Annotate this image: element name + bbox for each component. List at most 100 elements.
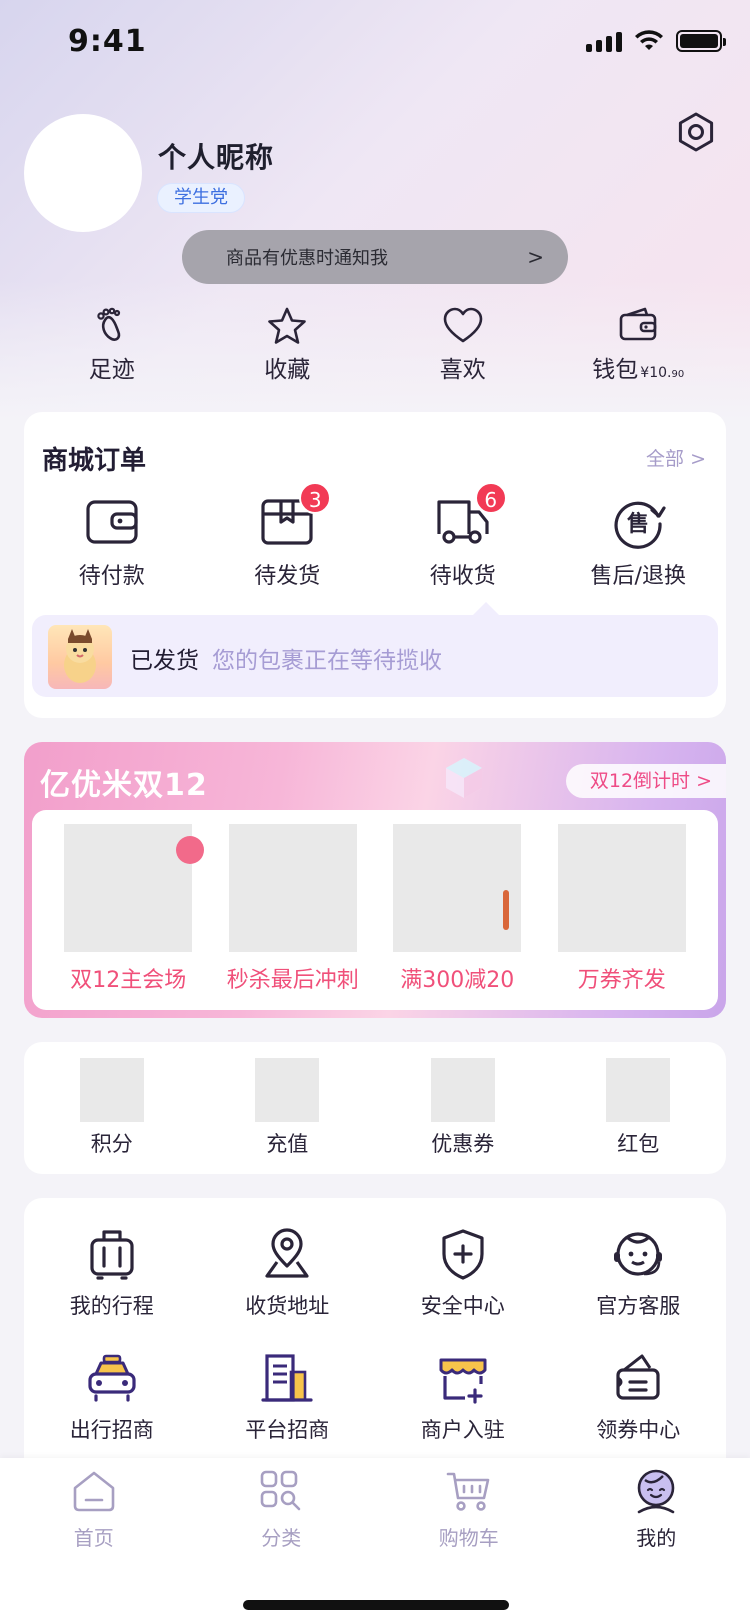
settings-button[interactable] <box>674 110 718 154</box>
quick-footprint[interactable]: 足迹 <box>24 304 200 394</box>
battery-icon <box>676 30 726 52</box>
heart-icon <box>443 307 483 343</box>
service-customer-service[interactable]: 官方客服 <box>551 1226 727 1320</box>
promo-item[interactable]: 万券齐发 <box>540 810 705 1010</box>
product-thumbnail <box>48 625 112 689</box>
profile-icon <box>637 1469 675 1514</box>
shipped-pointer <box>472 602 500 616</box>
shipped-description: 您的包裹正在等待揽收 <box>212 648 442 674</box>
points-icon <box>79 1058 144 1122</box>
promo-item[interactable]: 满300减20 <box>375 810 540 1010</box>
promo-item[interactable]: 秒杀最后冲刺 <box>211 810 376 1010</box>
wallet-amount: ¥10.90 <box>640 365 684 381</box>
promo-title: 亿优米双12 <box>40 768 208 803</box>
promo-image <box>557 824 686 952</box>
order-badge-pending-shipment: 3 <box>299 482 332 514</box>
location-icon <box>265 1228 309 1278</box>
asset-label: 充值 <box>266 1132 309 1156</box>
service-label: 我的行程 <box>69 1294 154 1318</box>
quick-wallet[interactable]: 钱包 ¥10.90 <box>551 304 727 394</box>
building-icon <box>261 1354 313 1402</box>
gear-icon <box>678 112 714 152</box>
quick-label-wallet: 钱包 ¥10.90 <box>592 350 684 384</box>
coupon-icon <box>430 1058 495 1122</box>
orders-all-link[interactable]: 全部 > <box>646 444 706 471</box>
star-icon <box>268 307 307 344</box>
red-packet-icon <box>606 1058 671 1122</box>
service-platform-partners[interactable]: 平台招商 <box>200 1350 376 1444</box>
asset-label: 优惠券 <box>431 1132 495 1156</box>
promo-label: 万券齐发 <box>577 968 666 993</box>
order-pending-shipment[interactable]: 3 待发货 <box>200 482 376 590</box>
promo-label: 双12主会场 <box>70 968 187 993</box>
quick-label-favorites: 收藏 <box>264 357 311 383</box>
tab-cart[interactable]: 购物车 <box>375 1468 563 1568</box>
avatar[interactable] <box>24 114 142 232</box>
chevron-right-icon: > <box>527 245 544 269</box>
quick-label-footprint: 足迹 <box>88 357 135 383</box>
order-label-pending-receipt: 待收货 <box>429 564 496 589</box>
luggage-icon <box>90 1230 134 1280</box>
cart-icon <box>446 1472 490 1511</box>
order-label-after-sales: 售后/退换 <box>590 564 686 589</box>
tab-label: 我的 <box>636 1526 677 1550</box>
order-label-pending-shipment: 待发货 <box>254 564 321 589</box>
tab-category[interactable]: 分类 <box>188 1468 376 1568</box>
asset-label: 红包 <box>617 1132 660 1156</box>
price-alert-bar[interactable]: 商品有优惠时通知我 > <box>182 230 568 284</box>
service-label: 收货地址 <box>245 1294 330 1318</box>
wifi-icon <box>635 30 663 50</box>
tab-label: 购物车 <box>438 1526 499 1550</box>
store-icon <box>439 1358 487 1404</box>
taxi-icon <box>88 1354 136 1402</box>
home-indicator[interactable] <box>243 1600 509 1610</box>
quick-actions: 足迹 收藏 喜欢 钱包 ¥10.90 <box>24 304 726 394</box>
shield-icon <box>442 1229 484 1280</box>
quick-likes[interactable]: 喜欢 <box>375 304 551 394</box>
wallet-currency: ¥ <box>640 365 650 381</box>
asset-points[interactable]: 积分 <box>24 1042 200 1174</box>
service-travel-partners[interactable]: 出行招商 <box>24 1350 200 1444</box>
home-icon <box>73 1471 115 1512</box>
cellular-signal-icon <box>586 30 622 52</box>
order-after-sales[interactable]: 售 售后/退换 <box>551 494 727 590</box>
customer-service-icon <box>614 1232 663 1276</box>
service-security-center[interactable]: 安全中心 <box>375 1226 551 1320</box>
services-card: 我的行程 收货地址 安全中心 官方客服 出行招商 平台招商 商户入驻 领券中心 <box>24 1198 726 1458</box>
status-icons <box>586 30 726 52</box>
shipped-notice[interactable]: 已发货 您的包裹正在等待揽收 <box>32 615 718 697</box>
tab-label: 分类 <box>261 1526 302 1550</box>
service-label: 出行招商 <box>69 1418 154 1442</box>
quick-favorites[interactable]: 收藏 <box>200 304 376 394</box>
order-pending-payment[interactable]: 待付款 <box>24 494 200 590</box>
wallet-amount-int: 10. <box>649 365 672 381</box>
tab-me[interactable]: 我的 <box>563 1468 750 1568</box>
service-label: 领券中心 <box>596 1418 681 1442</box>
order-label-pending-payment: 待付款 <box>78 564 145 589</box>
service-label: 安全中心 <box>420 1294 505 1318</box>
promo-countdown[interactable]: 双12倒计时 > <box>565 764 726 798</box>
promo-item[interactable]: 双12主会场 <box>46 810 211 1010</box>
footprint-icon <box>97 307 120 341</box>
service-merchant-onboarding[interactable]: 商户入驻 <box>375 1350 551 1444</box>
asset-coupons[interactable]: 优惠券 <box>375 1042 551 1174</box>
asset-red-packets[interactable]: 红包 <box>551 1042 727 1174</box>
tab-home[interactable]: 首页 <box>0 1468 188 1568</box>
assets-card: 积分 充值 优惠券 红包 <box>24 1042 726 1174</box>
service-my-trips[interactable]: 我的行程 <box>24 1226 200 1320</box>
asset-recharge[interactable]: 充值 <box>200 1042 376 1174</box>
service-address[interactable]: 收货地址 <box>200 1226 376 1320</box>
status-bar: 9:41 <box>0 0 750 90</box>
promo-image <box>393 824 522 952</box>
service-label: 商户入驻 <box>420 1418 505 1442</box>
order-pending-receipt[interactable]: 6 待收货 <box>375 482 551 590</box>
nickname[interactable]: 个人昵称 <box>158 136 274 176</box>
service-coupon-center[interactable]: 领券中心 <box>551 1350 727 1444</box>
asset-label: 积分 <box>90 1132 133 1156</box>
order-badge-pending-receipt: 6 <box>474 482 507 514</box>
orders-card: 商城订单 全部 > 待付款 3 待发货 6 待收货 售 售后/退换 已发货 您的… <box>24 412 726 718</box>
status-time: 9:41 <box>68 24 147 59</box>
price-alert-text: 商品有优惠时通知我 <box>226 248 388 269</box>
wallet-amount-dec: 90 <box>671 369 685 380</box>
quick-label-likes: 喜欢 <box>439 357 486 383</box>
